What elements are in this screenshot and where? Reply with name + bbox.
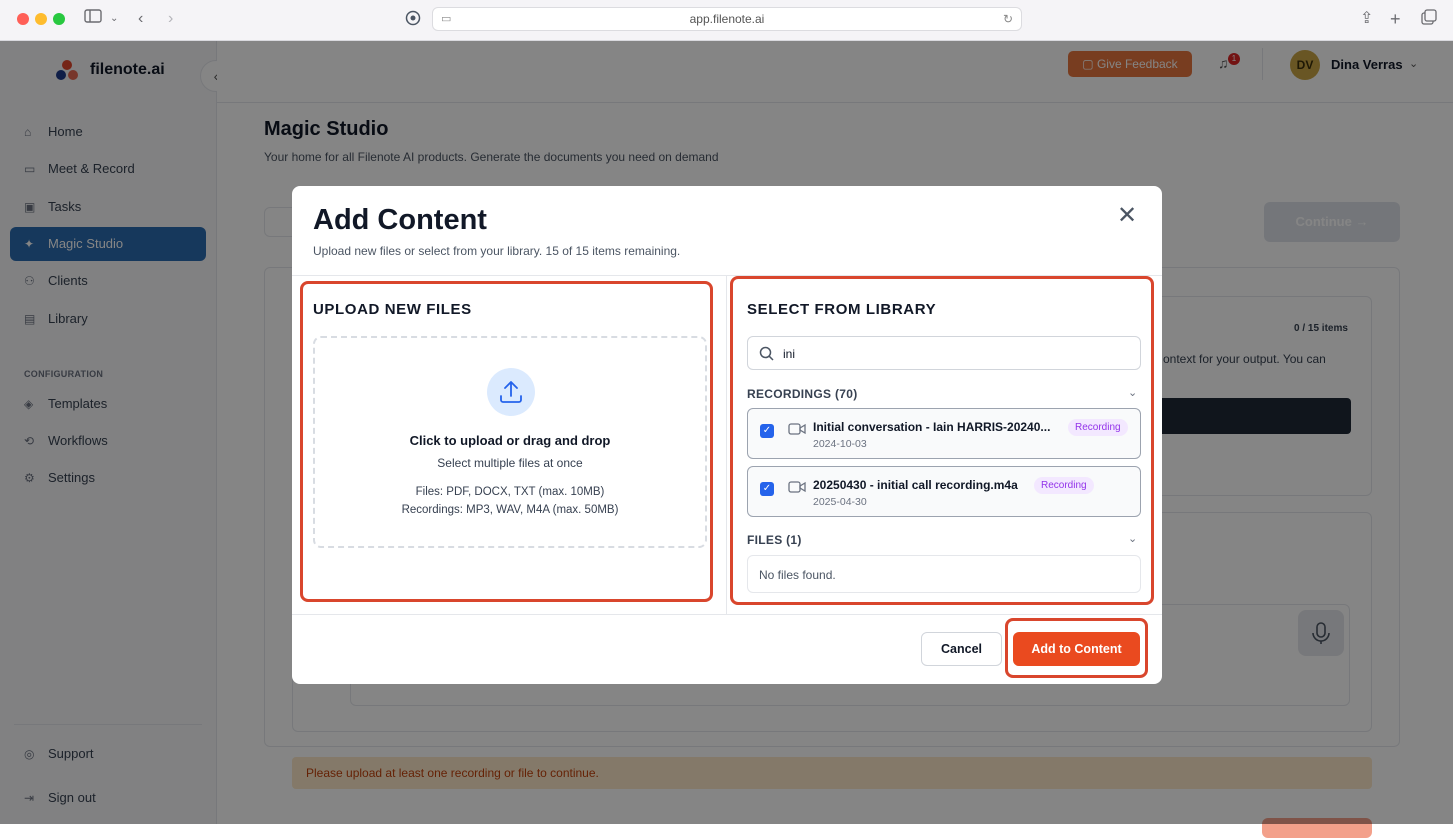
chevron-down-icon[interactable]: ⌄ — [1128, 386, 1137, 399]
add-to-content-button[interactable]: Add to Content — [1013, 632, 1140, 666]
recordings-group-header[interactable]: RECORDINGS (70) — [747, 387, 858, 401]
add-content-dialog: Add Content Upload new files or select f… — [292, 186, 1162, 684]
forward-icon[interactable]: › — [168, 9, 173, 29]
address-bar[interactable]: app.filenote.ai ▭ ↻ — [432, 7, 1022, 31]
close-icon[interactable]: ✕ — [1117, 202, 1137, 230]
list-item[interactable]: ✓ 20250430 - initial call recording.m4a … — [747, 466, 1141, 517]
back-icon[interactable]: ‹ — [138, 9, 143, 29]
dialog-title: Add Content — [313, 204, 487, 236]
zoom-window-button[interactable] — [53, 13, 65, 25]
share-icon[interactable]: ⇪ — [1360, 9, 1373, 29]
recording-types-info: Recordings: MP3, WAV, M4A (max. 50MB) — [401, 504, 619, 516]
no-files-message: No files found. — [747, 555, 1141, 593]
recording-tag: Recording — [1068, 419, 1128, 436]
column-divider — [726, 276, 727, 614]
item-name: Initial conversation - Iain HARRIS-20240… — [813, 420, 1051, 434]
dialog-subtitle: Upload new files or select from your lib… — [313, 244, 681, 258]
upload-icon — [487, 368, 535, 416]
new-tab-icon[interactable]: + — [1390, 9, 1401, 29]
recording-tag: Recording — [1034, 477, 1094, 494]
video-icon — [788, 481, 806, 493]
item-checkbox[interactable]: ✓ — [760, 482, 774, 496]
dropzone-subtitle: Select multiple files at once — [437, 456, 583, 470]
browser-toolbar: ⌄ ‹ › app.filenote.ai ▭ ↻ ⇪ + — [0, 0, 1453, 41]
item-date: 2024-10-03 — [813, 438, 867, 450]
sidebar-toggle-icon[interactable] — [84, 9, 102, 29]
library-search-input[interactable]: ini — [747, 336, 1141, 370]
item-name: 20250430 - initial call recording.m4a — [813, 478, 1018, 492]
url-text: app.filenote.ai — [689, 12, 765, 26]
video-icon — [788, 423, 806, 435]
chevron-down-icon[interactable]: ⌄ — [1128, 532, 1137, 545]
files-group-header[interactable]: FILES (1) — [747, 533, 802, 547]
tabs-overview-icon[interactable] — [1421, 9, 1437, 31]
chevron-down-icon[interactable]: ⌄ — [110, 9, 118, 29]
reload-icon[interactable]: ↻ — [1003, 8, 1013, 30]
item-date: 2025-04-30 — [813, 496, 867, 508]
library-heading: SELECT FROM LIBRARY — [747, 301, 937, 318]
footer-divider — [292, 614, 1162, 615]
item-checkbox[interactable]: ✓ — [760, 424, 774, 438]
search-value: ini — [783, 347, 796, 361]
close-window-button[interactable] — [17, 13, 29, 25]
list-item[interactable]: ✓ Initial conversation - Iain HARRIS-202… — [747, 408, 1141, 459]
cancel-button[interactable]: Cancel — [921, 632, 1002, 666]
upload-heading: UPLOAD NEW FILES — [313, 301, 472, 318]
dropzone-title: Click to upload or drag and drop — [409, 433, 611, 448]
search-icon — [759, 346, 774, 361]
minimize-window-button[interactable] — [35, 13, 47, 25]
file-dropzone[interactable]: Click to upload or drag and drop Select … — [313, 336, 707, 548]
file-types-info: Files: PDF, DOCX, TXT (max. 10MB) — [415, 486, 605, 498]
privacy-icon[interactable] — [405, 10, 421, 32]
page-icon: ▭ — [441, 13, 452, 25]
